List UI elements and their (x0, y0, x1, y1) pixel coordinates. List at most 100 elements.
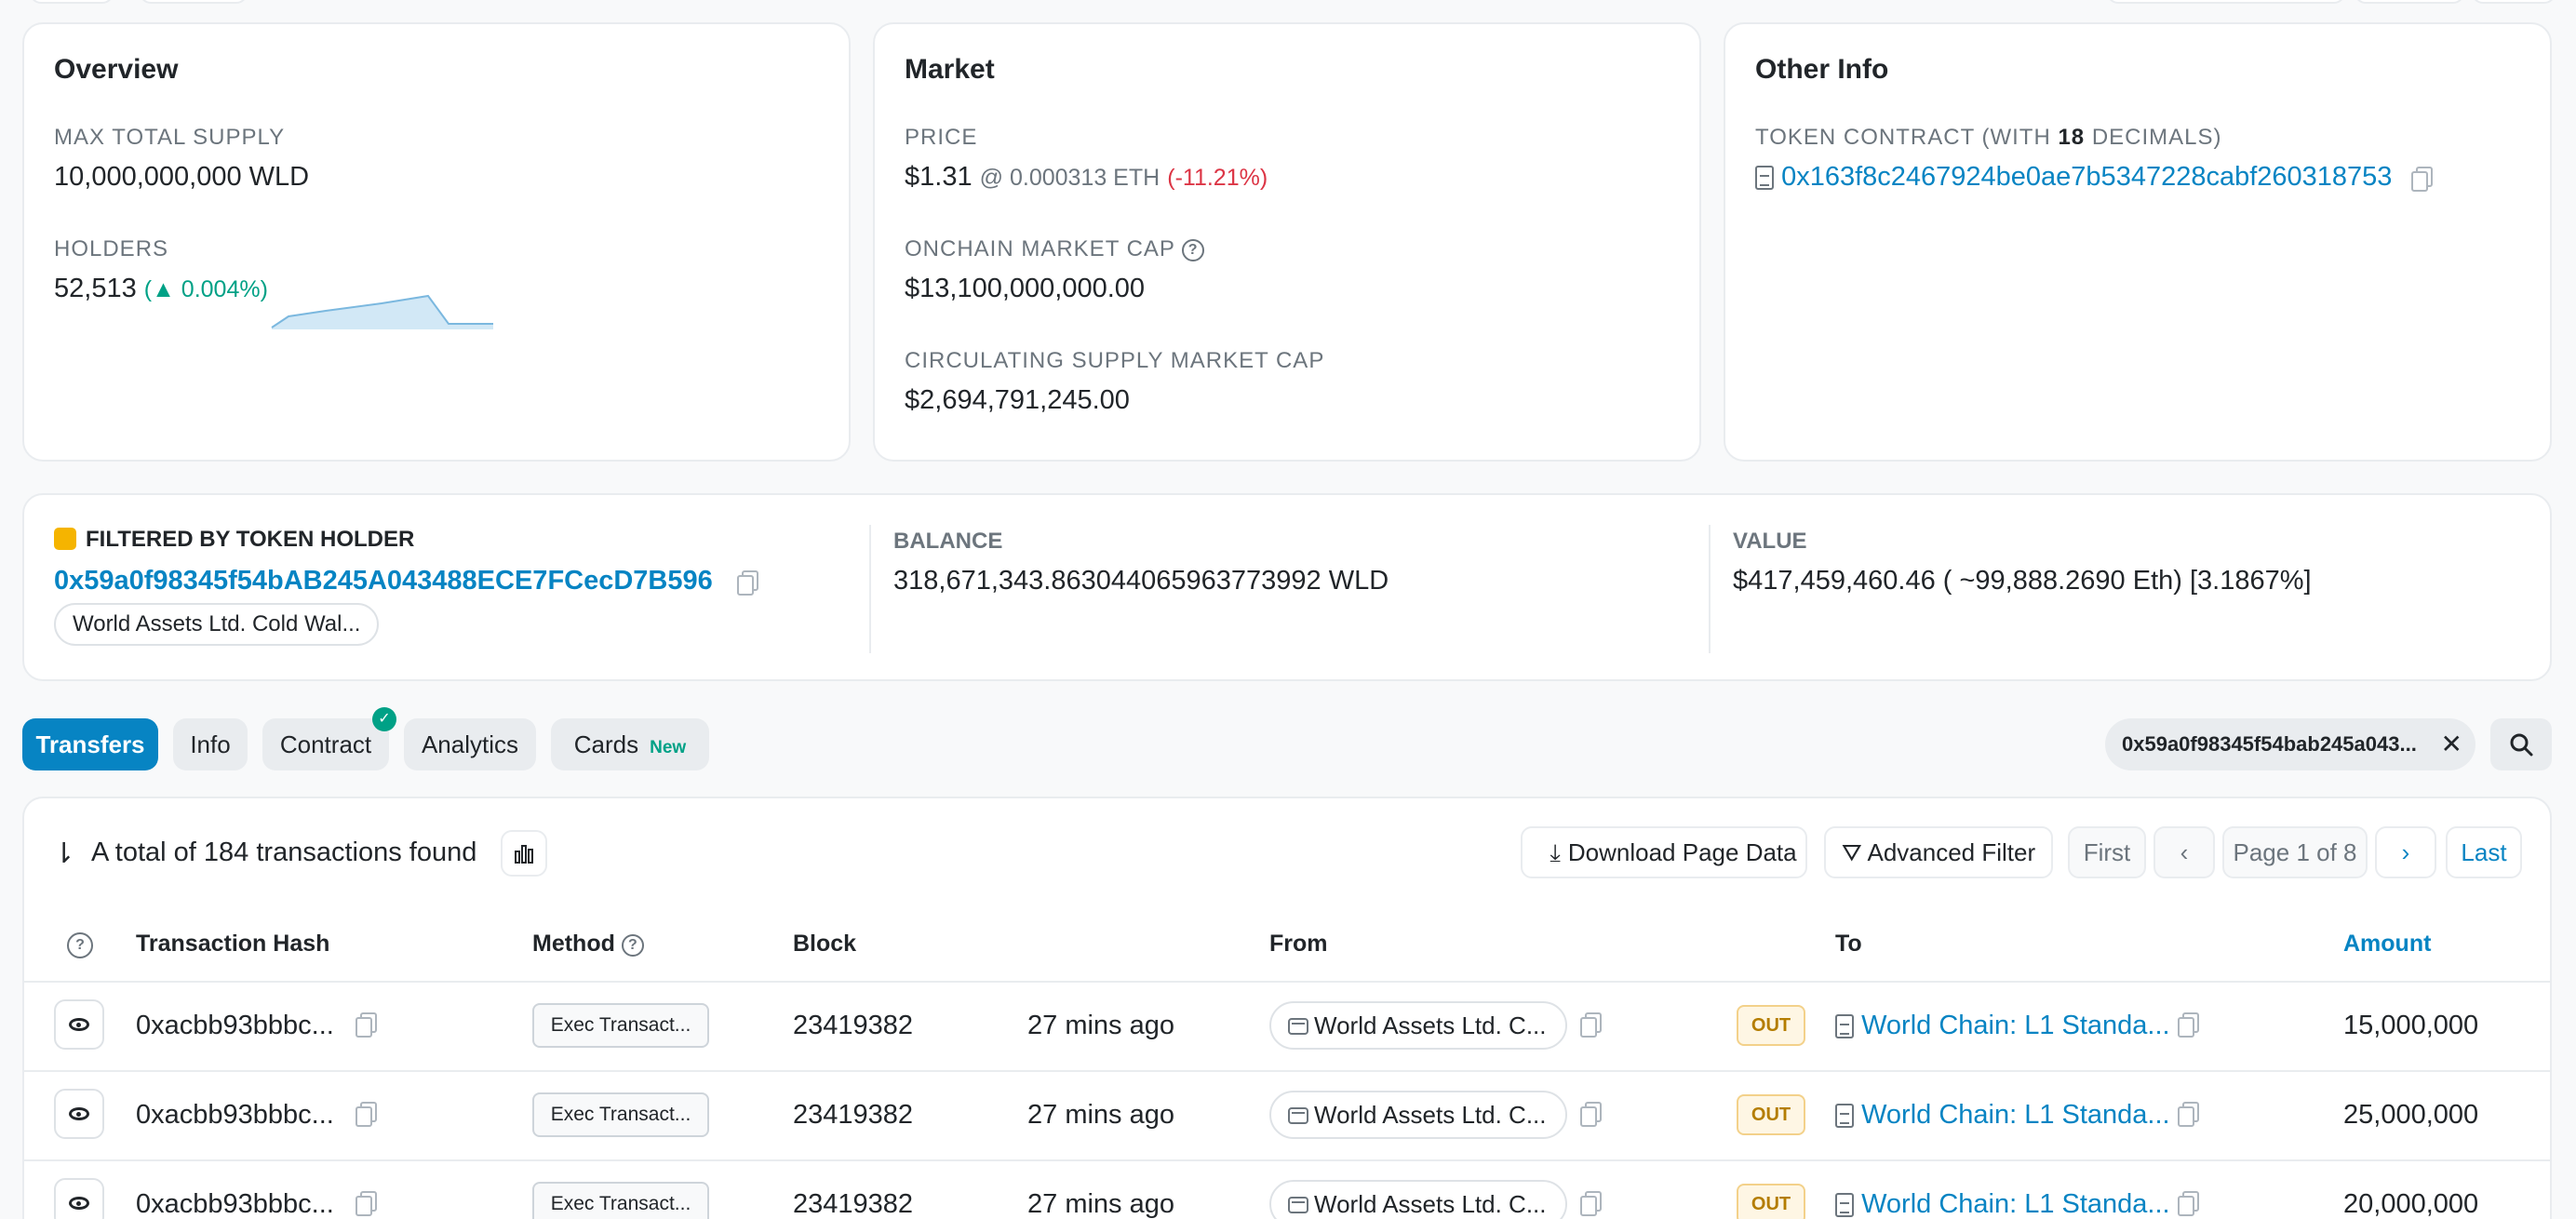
holders-value: 52,513 (54, 274, 137, 303)
verified-check-icon: ✓ (372, 707, 396, 731)
token-contract-label: TOKEN CONTRACT (WITH 18 DECIMALS) (1755, 125, 2222, 151)
contract-doc-icon (1835, 1104, 1854, 1129)
download-label: Download Page Data (1567, 838, 1797, 866)
balance-value: 318,671,343.863044065963773992 WLD (893, 566, 1389, 596)
tx-hash-link[interactable]: 0xacbb93bbbc... (136, 1011, 334, 1041)
value-label: VALUE (1733, 529, 1807, 554)
prev-page-button[interactable]: ‹ (2153, 826, 2215, 878)
tab-contract-label: Contract (279, 730, 372, 758)
holders-sparkline (271, 294, 493, 329)
market-card: Market PRICE $1.31 @ 0.000313 ETH (-11.2… (873, 22, 1701, 462)
download-button[interactable]: ⤓ Download Page Data (1521, 826, 1807, 878)
new-badge: New (650, 738, 687, 757)
to-address-link[interactable]: World Chain: L1 Standa... (1861, 1100, 2170, 1130)
filter-address-link[interactable]: 0x59a0f98345f54bAB245A043488ECE7FCecD7B5… (54, 566, 713, 596)
tab-analytics[interactable]: Analytics (404, 718, 536, 770)
top-button-1[interactable] (30, 0, 114, 4)
filter-label-row: FILTERED BY TOKEN HOLDER (54, 527, 414, 553)
copy-icon[interactable] (2178, 1102, 2199, 1127)
to-address-link[interactable]: World Chain: L1 Standa... (1861, 1189, 2170, 1219)
question-icon[interactable]: ? (67, 932, 93, 958)
direction-badge: OUT (1737, 1005, 1805, 1046)
chart-toggle-button[interactable] (501, 830, 547, 877)
advanced-filter-button[interactable]: ⛛ Advanced Filter (1824, 826, 2053, 878)
contract-doc-icon (1835, 1193, 1854, 1218)
search-button[interactable] (2490, 718, 2552, 770)
holders-row: 52,513 (▲ 0.004%) (54, 274, 268, 304)
wallet-icon (1288, 1107, 1308, 1124)
close-icon[interactable]: ✕ (2441, 718, 2462, 770)
question-icon[interactable]: ? (1182, 239, 1205, 261)
copy-icon[interactable] (736, 570, 758, 596)
tab-contract[interactable]: Contract ✓ (262, 707, 396, 770)
copy-icon[interactable] (356, 1191, 377, 1216)
top-button-4[interactable] (2355, 0, 2464, 4)
overview-card: Overview MAX TOTAL SUPPLY 10,000,000,000… (22, 22, 851, 462)
block-link[interactable]: 23419382 (793, 1189, 913, 1219)
chevron-left-icon: ‹ (2180, 838, 2189, 866)
price-change: (-11.21%) (1167, 165, 1268, 191)
copy-icon[interactable] (2178, 1012, 2199, 1038)
contract-label-pre: TOKEN CONTRACT (WITH (1755, 125, 2059, 150)
row-divider (24, 1159, 2552, 1161)
next-page-button[interactable]: › (2375, 826, 2436, 878)
th-method: Method ? (532, 931, 644, 958)
wallet-icon (1288, 1018, 1308, 1035)
question-icon[interactable]: ? (621, 934, 644, 957)
th-to: To (1835, 931, 1862, 957)
age: 27 mins ago (1027, 1100, 1174, 1130)
from-address-pill[interactable]: World Assets Ltd. C... (1269, 1001, 1567, 1050)
contract-address-link[interactable]: 0x163f8c2467924be0ae7b5347228cabf2603187… (1781, 162, 2392, 192)
th-amount[interactable]: Amount (2343, 931, 2431, 958)
eye-icon[interactable] (54, 1089, 104, 1139)
bar-chart-icon (515, 845, 533, 864)
copy-icon[interactable] (1580, 1191, 1602, 1216)
copy-icon[interactable] (1580, 1012, 1602, 1038)
last-page-button[interactable]: Last (2446, 826, 2522, 878)
copy-icon[interactable] (1580, 1102, 1602, 1127)
price-value: $1.31 (905, 162, 973, 192)
contract-label-post: DECIMALS) (2085, 125, 2222, 150)
copy-icon[interactable] (2178, 1191, 2199, 1216)
method-badge: Exec Transact... (532, 1092, 709, 1137)
top-button-3[interactable] (2107, 0, 2345, 4)
from-address-pill[interactable]: World Assets Ltd. C... (1269, 1091, 1567, 1139)
tab-info[interactable]: Info (173, 718, 248, 770)
tx-hash-link[interactable]: 0xacbb93bbbc... (136, 1189, 334, 1219)
method-badge: Exec Transact... (532, 1003, 709, 1048)
tab-transfers[interactable]: Transfers (22, 718, 158, 770)
price-eth: @ 0.000313 ETH (979, 165, 1161, 191)
eye-icon[interactable] (54, 999, 104, 1050)
first-page-button[interactable]: First (2068, 826, 2146, 878)
filter-card: FILTERED BY TOKEN HOLDER 0x59a0f98345f54… (22, 493, 2552, 681)
tx-hash-link[interactable]: 0xacbb93bbbc... (136, 1100, 334, 1131)
eye-icon[interactable] (54, 1178, 104, 1219)
tag-icon (54, 528, 76, 550)
holders-change-value: 0.004% (181, 276, 261, 302)
copy-icon[interactable] (2410, 167, 2433, 193)
tab-cards[interactable]: Cards New (551, 718, 709, 770)
address-filter-pill[interactable]: 0x59a0f98345f54bab245a043... ✕ (2105, 718, 2475, 770)
header-divider (24, 981, 2552, 983)
th-from: From (1269, 931, 1328, 957)
to-address-link[interactable]: World Chain: L1 Standa... (1861, 1011, 2170, 1040)
contract-decimals: 18 (2058, 125, 2086, 150)
block-link[interactable]: 23419382 (793, 1100, 913, 1131)
name-tag-pill[interactable]: World Assets Ltd. Cold Wal... (54, 603, 380, 646)
top-button-5[interactable] (2472, 0, 2556, 4)
contract-doc-icon (1755, 166, 1774, 191)
to-address: World Chain: L1 Standa... (1835, 1011, 2170, 1041)
from-address-pill[interactable]: World Assets Ltd. C... (1269, 1180, 1567, 1219)
copy-icon[interactable] (356, 1012, 377, 1038)
th-method-label: Method (532, 931, 615, 957)
copy-icon[interactable] (356, 1102, 377, 1127)
address-filter-value: 0x59a0f98345f54bab245a043... (2122, 732, 2417, 756)
top-button-2[interactable] (140, 0, 248, 4)
block-link[interactable]: 23419382 (793, 1011, 913, 1041)
mcap-label-text: ONCHAIN MARKET CAP (905, 236, 1175, 261)
sort-icon[interactable]: ⇂ (52, 837, 75, 870)
download-icon: ⤓ (1550, 838, 1561, 866)
method-badge: Exec Transact... (532, 1182, 709, 1219)
value-value: $417,459,460.46 ( ~99,888.2690 Eth) [3.1… (1733, 566, 2312, 596)
filter-address-row: 0x59a0f98345f54bAB245A043488ECE7FCecD7B5… (54, 566, 758, 596)
